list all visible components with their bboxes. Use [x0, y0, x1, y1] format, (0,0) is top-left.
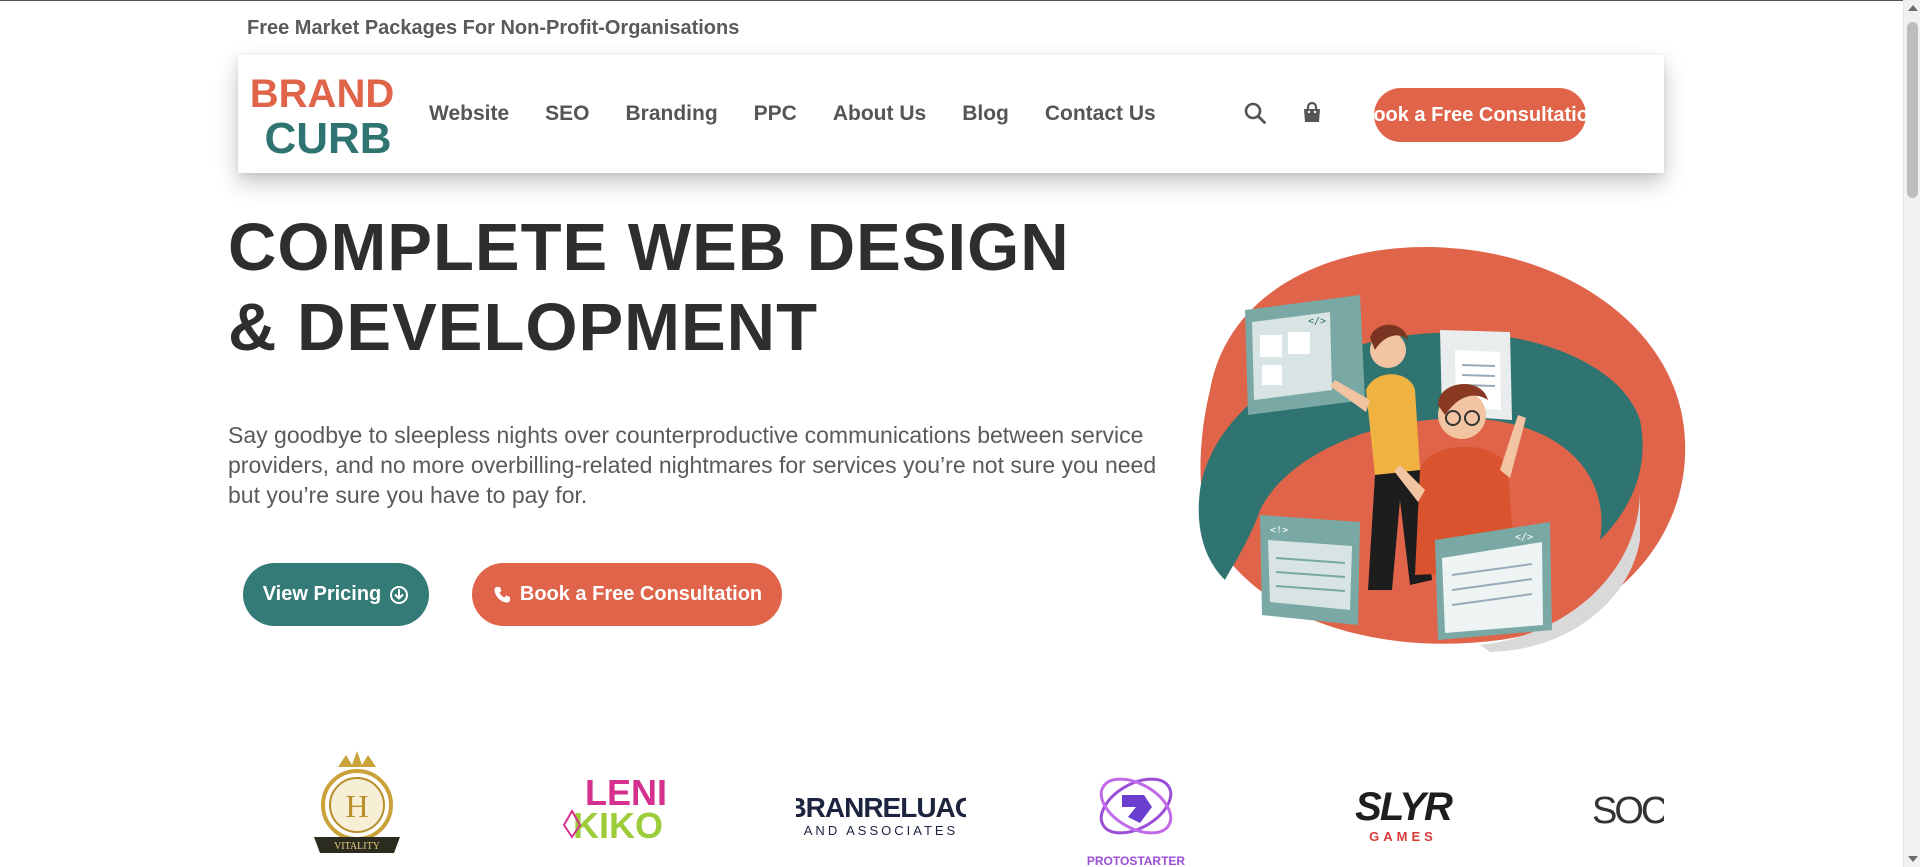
client-logo-leni-kiko: LENI KIKO [558, 745, 688, 867]
nav-contact-us[interactable]: Contact Us [1045, 102, 1156, 126]
svg-text:H: H [345, 788, 368, 824]
scrollbar-thumb[interactable] [1907, 22, 1918, 198]
scroll-up-arrow-icon[interactable] [1908, 5, 1918, 11]
brandcurb-logo[interactable]: BRAND CURB [252, 69, 394, 159]
svg-text:</>: </> [1308, 316, 1326, 327]
svg-text:BRAND: BRAND [252, 72, 394, 116]
hero-description: Say goodbye to sleepless nights over cou… [228, 422, 1157, 508]
client-logo-protostarter: PROTOSTARTER [1078, 745, 1228, 867]
code-panel-bottom-right: </> [1435, 522, 1552, 640]
view-pricing-button[interactable]: View Pricing [243, 563, 429, 626]
nav-website[interactable]: Website [429, 102, 509, 126]
hero-title-line2: & DEVELOPMENT [228, 290, 818, 365]
scroll-down-arrow-icon[interactable] [1908, 856, 1918, 862]
client-logo-slyr-games: SLYR GAMES [1328, 745, 1478, 867]
svg-text:GAMES: GAMES [1369, 829, 1437, 844]
web-developers-illustration: </> <!> </> [1198, 247, 1686, 652]
nav-about-us[interactable]: About Us [833, 102, 926, 126]
nav-branding[interactable]: Branding [626, 102, 718, 126]
svg-text:BRANRELUAO: BRANRELUAO [796, 792, 966, 823]
arrow-circle-down-icon [390, 585, 409, 604]
client-logos-strip: H VITALITY LENI KIKO BRANRELUAO AND ASSO… [278, 745, 1664, 867]
hero-title-line1: COMPLETE WEB DESIGN [228, 210, 1070, 285]
shopping-bag-icon[interactable] [1298, 99, 1326, 127]
site-header: BRAND CURB Website SEO Branding PPC Abou… [238, 55, 1664, 173]
svg-text:KIKO: KIKO [573, 805, 663, 846]
svg-text:PROTOSTARTER: PROTOSTARTER [1087, 854, 1186, 867]
svg-text:VITALITY: VITALITY [334, 841, 380, 852]
code-panel-bottom-left: <!> [1260, 515, 1360, 625]
hero-book-consultation-button[interactable]: Book a Free Consultation [472, 563, 782, 626]
nav-seo[interactable]: SEO [545, 102, 589, 126]
nav-blog[interactable]: Blog [962, 102, 1009, 126]
nav-ppc[interactable]: PPC [754, 102, 797, 126]
header-book-consultation-button[interactable]: Book a Free Consultation [1359, 88, 1601, 142]
hero-book-consultation-label: Book a Free Consultation [519, 583, 763, 605]
announcement-bar: Free Market Packages For Non-Profit-Orga… [247, 17, 740, 39]
svg-text:AND ASSOCIATES: AND ASSOCIATES [804, 823, 958, 838]
page-scrollbar[interactable] [1903, 0, 1920, 867]
view-pricing-label: View Pricing [262, 583, 382, 605]
client-logo-vitality: H VITALITY [294, 745, 424, 867]
client-logo-branreluao: BRANRELUAO AND ASSOCIATES [796, 745, 966, 867]
window-top-border [0, 0, 1920, 1]
client-logo-soc: SOC [1588, 745, 1664, 867]
search-icon[interactable] [1241, 99, 1269, 127]
svg-text:<!>: <!> [1270, 525, 1288, 536]
phone-icon [494, 586, 510, 602]
svg-text:CURB: CURB [264, 114, 391, 159]
hero-title: COMPLETE WEB DESIGN & DEVELOPMENT [228, 208, 1128, 368]
svg-text:</>: </> [1515, 532, 1533, 543]
svg-text:SOC: SOC [1592, 790, 1664, 832]
main-nav: Website SEO Branding PPC About Us Blog C… [429, 55, 1156, 173]
svg-text:SLYR: SLYR [1355, 785, 1453, 829]
